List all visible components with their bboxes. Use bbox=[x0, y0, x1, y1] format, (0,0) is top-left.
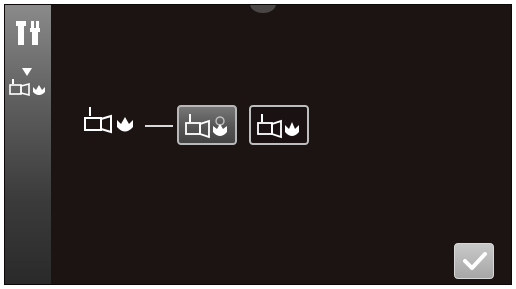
option-connector-line bbox=[145, 125, 173, 127]
confirm-button[interactable] bbox=[454, 243, 494, 279]
camera-flash-mode-icon bbox=[9, 77, 49, 99]
camera-settings-screen bbox=[4, 4, 512, 285]
tools-icon[interactable] bbox=[14, 19, 42, 47]
flash-option-on-button[interactable] bbox=[249, 105, 309, 145]
camera-flash-mode-icon bbox=[83, 105, 141, 137]
down-arrow-icon bbox=[22, 61, 32, 76]
sidebar bbox=[5, 5, 51, 284]
flash-option-dimmed-button[interactable] bbox=[177, 105, 237, 145]
top-scroll-indicator bbox=[250, 5, 276, 13]
